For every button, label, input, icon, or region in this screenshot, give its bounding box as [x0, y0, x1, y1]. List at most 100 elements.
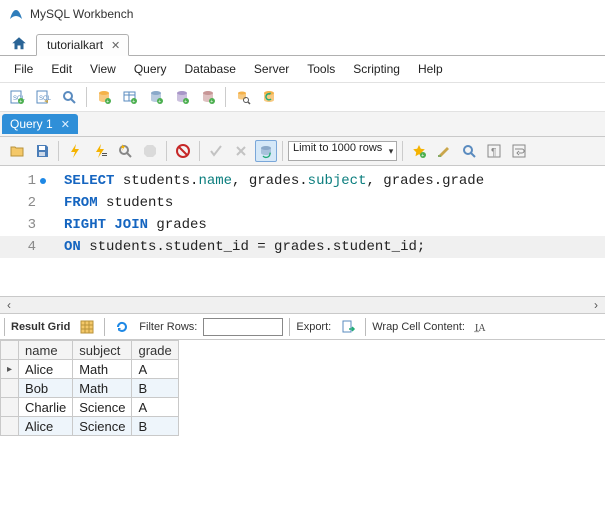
- explain-icon[interactable]: [114, 140, 136, 162]
- inspector-icon[interactable]: [58, 86, 80, 108]
- close-icon[interactable]: ✕: [111, 39, 120, 52]
- connection-tab-tutorialkart[interactable]: tutorialkart ✕: [36, 34, 129, 56]
- table-row[interactable]: ▸AliceMathA: [1, 360, 179, 379]
- toolbar-separator: [199, 141, 200, 161]
- db-create-view-icon[interactable]: +: [145, 86, 167, 108]
- menu-view[interactable]: View: [82, 60, 124, 78]
- beautify-icon[interactable]: [433, 140, 455, 162]
- cell[interactable]: Math: [73, 379, 132, 398]
- cell[interactable]: Alice: [19, 360, 73, 379]
- home-tab[interactable]: [6, 33, 32, 55]
- cell[interactable]: Bob: [19, 379, 73, 398]
- menu-scripting[interactable]: Scripting: [345, 60, 408, 78]
- new-sql-tab-icon[interactable]: SQL+: [6, 86, 28, 108]
- stop-icon[interactable]: [139, 140, 161, 162]
- editor-line[interactable]: 2FROM students: [0, 192, 605, 214]
- sql-editor[interactable]: 1SELECT students.name, grades.subject, g…: [0, 166, 605, 296]
- app-title: MySQL Workbench: [30, 7, 133, 21]
- cell[interactable]: B: [132, 417, 178, 436]
- svg-text:+: +: [422, 153, 425, 159]
- column-header-grade[interactable]: grade: [132, 341, 178, 360]
- menubar: FileEditViewQueryDatabaseServerToolsScri…: [0, 56, 605, 82]
- refresh-icon[interactable]: [111, 316, 133, 338]
- line-number: 2: [0, 192, 44, 214]
- toolbar-separator: [104, 318, 105, 336]
- row-header[interactable]: [1, 379, 19, 398]
- cell[interactable]: Science: [73, 417, 132, 436]
- db-create-table-icon[interactable]: +: [119, 86, 141, 108]
- menu-edit[interactable]: Edit: [43, 60, 80, 78]
- editor-line[interactable]: 1SELECT students.name, grades.subject, g…: [0, 170, 605, 192]
- commit-icon[interactable]: [205, 140, 227, 162]
- toolbar-separator: [166, 141, 167, 161]
- app-logo: [8, 6, 24, 22]
- db-create-schema-icon[interactable]: +: [93, 86, 115, 108]
- scroll-left-icon[interactable]: ‹: [0, 297, 18, 313]
- cell[interactable]: Charlie: [19, 398, 73, 417]
- cell[interactable]: Alice: [19, 417, 73, 436]
- result-grid-view-icon[interactable]: [76, 316, 98, 338]
- toolbar-separator: [365, 318, 366, 336]
- db-create-proc-icon[interactable]: +: [171, 86, 193, 108]
- table-row[interactable]: BobMathB: [1, 379, 179, 398]
- row-header-corner: [1, 341, 19, 360]
- toggle-invisible-icon[interactable]: ¶: [483, 140, 505, 162]
- result-toolbar: Result Grid Filter Rows: Export: Wrap Ce…: [0, 314, 605, 340]
- query-tab-label: Query 1: [10, 117, 53, 131]
- query-tabbar: Query 1 ✕: [0, 112, 605, 136]
- filter-input[interactable]: [203, 318, 283, 336]
- find-icon[interactable]: [458, 140, 480, 162]
- editor-line[interactable]: 3RIGHT JOIN grades: [0, 214, 605, 236]
- cell[interactable]: B: [132, 379, 178, 398]
- cell[interactable]: A: [132, 360, 178, 379]
- favorite-icon[interactable]: +: [408, 140, 430, 162]
- menu-help[interactable]: Help: [410, 60, 451, 78]
- row-limit-label: Limit to 1000 rows: [288, 141, 397, 161]
- editor-hscrollbar[interactable]: ‹ ›: [0, 296, 605, 314]
- execute-icon[interactable]: [64, 140, 86, 162]
- result-grid[interactable]: namesubjectgrade▸AliceMathABobMathBCharl…: [0, 340, 179, 436]
- autocommit-toggle[interactable]: [255, 140, 277, 162]
- close-icon[interactable]: ✕: [61, 118, 70, 131]
- kill-query-icon[interactable]: [172, 140, 194, 162]
- row-header[interactable]: ▸: [1, 360, 19, 379]
- cell[interactable]: A: [132, 398, 178, 417]
- toggle-wrap-icon[interactable]: [508, 140, 530, 162]
- menu-database[interactable]: Database: [177, 60, 244, 78]
- svg-text:I̲A: I̲A: [474, 323, 486, 334]
- open-sql-file-icon[interactable]: SQL: [32, 86, 54, 108]
- svg-text:¶: ¶: [491, 147, 496, 158]
- db-search-icon[interactable]: [232, 86, 254, 108]
- menu-file[interactable]: File: [6, 60, 41, 78]
- editor-line[interactable]: 4ON students.student_id = grades.student…: [0, 236, 605, 258]
- row-limit-dropdown[interactable]: Limit to 1000 rows ▾: [288, 141, 397, 161]
- table-row[interactable]: CharlieScienceA: [1, 398, 179, 417]
- wrap-cell-icon[interactable]: I̲A: [471, 316, 493, 338]
- export-icon[interactable]: [337, 316, 359, 338]
- rollback-icon[interactable]: [230, 140, 252, 162]
- db-reconnect-icon[interactable]: [258, 86, 280, 108]
- row-header[interactable]: [1, 417, 19, 436]
- wrap-label: Wrap Cell Content:: [372, 321, 465, 333]
- main-toolbar: SQL+ SQL + + + + +: [0, 82, 605, 112]
- row-header[interactable]: [1, 398, 19, 417]
- cell[interactable]: Science: [73, 398, 132, 417]
- open-file-icon[interactable]: [6, 140, 28, 162]
- menu-server[interactable]: Server: [246, 60, 297, 78]
- export-label: Export:: [296, 321, 331, 333]
- db-create-func-icon[interactable]: +: [197, 86, 219, 108]
- menu-query[interactable]: Query: [126, 60, 175, 78]
- scroll-right-icon[interactable]: ›: [587, 297, 605, 313]
- toolbar-separator: [86, 87, 87, 107]
- query-tab-1[interactable]: Query 1 ✕: [2, 114, 78, 134]
- column-header-name[interactable]: name: [19, 341, 73, 360]
- column-header-subject[interactable]: subject: [73, 341, 132, 360]
- cell[interactable]: Math: [73, 360, 132, 379]
- menu-tools[interactable]: Tools: [299, 60, 343, 78]
- line-number: 4: [0, 236, 44, 258]
- save-file-icon[interactable]: [31, 140, 53, 162]
- execute-current-icon[interactable]: [89, 140, 111, 162]
- svg-text:+: +: [184, 99, 187, 105]
- table-row[interactable]: AliceScienceB: [1, 417, 179, 436]
- toolbar-separator: [4, 318, 5, 336]
